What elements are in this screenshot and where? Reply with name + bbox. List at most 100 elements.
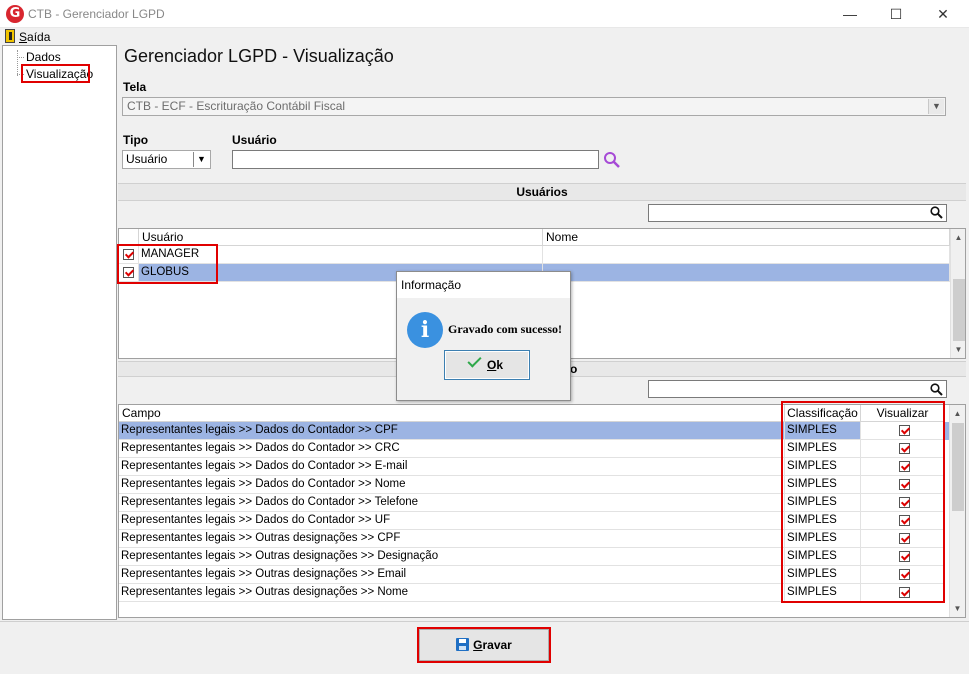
checkbox[interactable] — [899, 425, 910, 436]
fields-grid-header-campo[interactable]: Campo — [119, 405, 785, 422]
table-row[interactable]: Representantes legais >> Dados do Contad… — [119, 476, 949, 494]
scroll-thumb[interactable] — [953, 279, 965, 341]
fields-scrollbar[interactable]: ▲ ▼ — [949, 405, 965, 617]
visualizar-cell — [861, 440, 945, 458]
tipo-select[interactable]: Usuário ▼ — [122, 150, 211, 169]
fields-grid-header-classificacao[interactable]: Classificação — [785, 405, 861, 422]
checkbox[interactable] — [899, 533, 910, 544]
users-grid-header-check — [119, 229, 139, 246]
tela-value: CTB - ECF - Escrituração Contábil Fiscal — [127, 99, 346, 113]
minimize-button[interactable]: — — [827, 0, 873, 28]
maximize-button[interactable]: ☐ — [873, 0, 919, 28]
users-grid-header-nome[interactable]: Nome — [543, 229, 950, 246]
exit-door-icon — [5, 29, 15, 43]
tree-connector — [17, 50, 18, 76]
scroll-down-icon[interactable]: ▼ — [951, 341, 965, 358]
nome-cell — [543, 264, 950, 282]
classificacao-cell: SIMPLES — [785, 494, 861, 512]
app-logo-icon: G — [6, 5, 24, 23]
checkbox[interactable] — [899, 551, 910, 562]
usuario-input[interactable] — [232, 150, 599, 169]
tree-connector — [17, 57, 24, 58]
tree-connector — [17, 74, 24, 75]
search-icon[interactable] — [930, 206, 943, 219]
campo-cell: Representantes legais >> Dados do Contad… — [119, 440, 785, 458]
tela-label: Tela — [123, 80, 147, 94]
users-section-header: Usuários — [118, 183, 966, 201]
classificacao-cell: SIMPLES — [785, 458, 861, 476]
classificacao-cell: SIMPLES — [785, 548, 861, 566]
table-row[interactable]: Representantes legais >> Dados do Contad… — [119, 494, 949, 512]
campo-cell: Representantes legais >> Outras designaç… — [119, 584, 785, 602]
table-row[interactable]: Representantes legais >> Dados do Contad… — [119, 422, 949, 440]
save-button[interactable]: Gravar — [419, 629, 549, 661]
classificacao-cell: SIMPLES — [785, 566, 861, 584]
scroll-down-icon[interactable]: ▼ — [950, 600, 965, 617]
window-title: CTB - Gerenciador LGPD — [28, 7, 165, 21]
scroll-up-icon[interactable]: ▲ — [951, 229, 965, 246]
usuario-cell: MANAGER — [139, 246, 543, 264]
checkbox[interactable] — [123, 267, 134, 278]
tree-item-dados[interactable]: Dados — [26, 50, 61, 64]
search-icon[interactable] — [930, 383, 943, 396]
checkbox[interactable] — [899, 587, 910, 598]
checkbox[interactable] — [899, 461, 910, 472]
table-row[interactable]: Representantes legais >> Outras designaç… — [119, 566, 949, 584]
checkbox[interactable] — [123, 249, 134, 260]
page-title: Gerenciador LGPD - Visualização — [124, 46, 394, 66]
visualizar-cell — [861, 548, 945, 566]
classificacao-cell: SIMPLES — [785, 530, 861, 548]
visualizar-cell — [861, 512, 945, 530]
classificacao-cell: SIMPLES — [785, 512, 861, 530]
check-icon — [467, 353, 482, 368]
checkbox[interactable] — [899, 443, 910, 454]
navigation-tree — [2, 45, 117, 620]
users-scrollbar[interactable]: ▲ ▼ — [950, 229, 965, 358]
visualizar-cell — [861, 422, 945, 440]
checkbox[interactable] — [899, 569, 910, 580]
campo-cell: Representantes legais >> Outras designaç… — [119, 548, 785, 566]
table-row[interactable]: Representantes legais >> Dados do Contad… — [119, 458, 949, 476]
tree-item-visualizacao[interactable]: Visualização — [26, 67, 93, 81]
chevron-down-icon[interactable]: ▼ — [928, 99, 944, 114]
dialog-message: Gravado com sucesso! — [448, 322, 562, 336]
fields-grid: Campo Classificação Visualizar Represent… — [118, 404, 966, 618]
chevron-down-icon[interactable]: ▼ — [193, 152, 209, 167]
tipo-label: Tipo — [123, 133, 149, 147]
search-icon[interactable] — [602, 151, 622, 169]
usuario-label: Usuário — [232, 133, 277, 147]
table-row[interactable]: MANAGER — [119, 246, 950, 264]
checkbox[interactable] — [899, 479, 910, 490]
checkbox[interactable] — [899, 497, 910, 508]
visualizar-cell — [861, 476, 945, 494]
table-row[interactable]: Representantes legais >> Dados do Contad… — [119, 512, 949, 530]
table-row[interactable]: Representantes legais >> Outras designaç… — [119, 584, 949, 602]
classificacao-cell: SIMPLES — [785, 422, 861, 440]
info-dialog: Informação i Gravado com sucesso! Ok — [396, 271, 571, 401]
close-window-button[interactable]: ✕ — [920, 0, 966, 28]
classificacao-cell: SIMPLES — [785, 584, 861, 602]
table-row[interactable]: Representantes legais >> Outras designaç… — [119, 530, 949, 548]
visualizar-cell — [861, 530, 945, 548]
users-filter-input[interactable] — [648, 204, 947, 222]
visualizar-cell — [861, 566, 945, 584]
campo-cell: Representantes legais >> Dados do Contad… — [119, 476, 785, 494]
scroll-up-icon[interactable]: ▲ — [950, 405, 965, 422]
fields-grid-header-visualizar[interactable]: Visualizar — [861, 405, 945, 422]
table-row[interactable]: Representantes legais >> Outras designaç… — [119, 548, 949, 566]
table-row[interactable]: Representantes legais >> Dados do Contad… — [119, 440, 949, 458]
visualizar-cell — [861, 584, 945, 602]
checkbox[interactable] — [899, 515, 910, 526]
users-grid-header-usuario[interactable]: Usuário — [139, 229, 543, 246]
menu-exit[interactable]: Saída — [19, 30, 50, 44]
floppy-disk-icon — [456, 638, 470, 651]
divider — [0, 621, 969, 622]
nome-cell — [543, 246, 950, 264]
visualizar-cell — [861, 494, 945, 512]
scroll-thumb[interactable] — [952, 423, 964, 511]
fields-filter-input[interactable] — [648, 380, 947, 398]
tela-combobox[interactable]: CTB - ECF - Escrituração Contábil Fiscal… — [122, 97, 946, 116]
ok-button[interactable]: Ok — [444, 350, 530, 380]
menu-bar — [0, 28, 969, 46]
tipo-value: Usuário — [126, 152, 168, 166]
